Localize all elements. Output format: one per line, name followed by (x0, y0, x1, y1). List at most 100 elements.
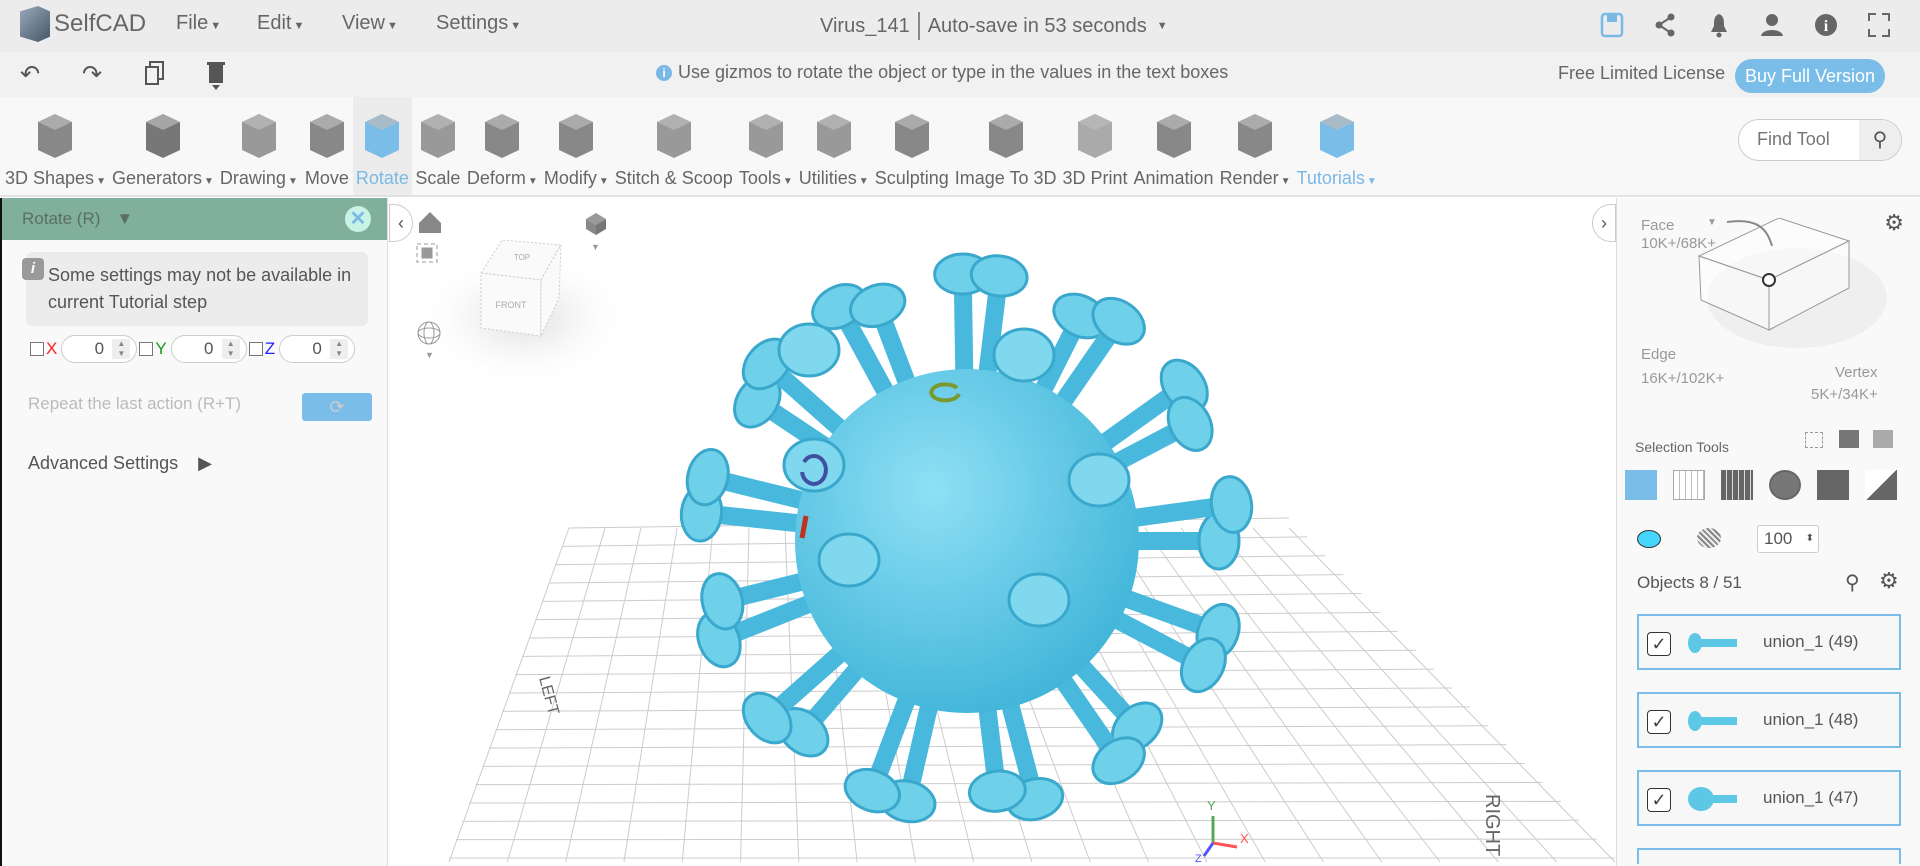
projection-icon[interactable] (586, 213, 606, 235)
chevron-down-icon[interactable]: ▼ (288, 176, 298, 187)
sphere-select-icon[interactable] (1769, 470, 1801, 500)
tool-generators[interactable]: Generators ▼ (109, 97, 217, 195)
delete-icon[interactable] (206, 60, 226, 97)
stepper-icon[interactable]: ▲ ▼ (221, 339, 240, 359)
3d-viewport[interactable]: LEFT RIGHT TOP FRONT ▼ ▼ Y X Z (389, 198, 1615, 866)
object-list-item[interactable] (1637, 848, 1901, 864)
chevron-down-icon[interactable]: ▼ (528, 176, 538, 187)
search-icon[interactable]: ⚲ (1859, 120, 1901, 160)
axis-y-input[interactable]: 0 ▲ ▼ (170, 335, 247, 363)
gear-icon[interactable]: ⚙ (1879, 568, 1899, 594)
face-mode-label[interactable]: Face (1641, 217, 1674, 234)
box-select-icon[interactable] (1805, 432, 1823, 448)
stepper-icon[interactable]: ▲ ▼ (330, 339, 349, 359)
zoom-fit-icon[interactable] (416, 243, 438, 263)
axis-x-input[interactable]: 0 ▲ ▼ (61, 335, 138, 363)
select-all-icon[interactable] (1873, 430, 1893, 448)
autosave-status[interactable]: Auto-save in 53 seconds (928, 15, 1147, 38)
rotation-axes: X 0 ▲ ▼ Y 0 ▲ ▼ Z 0 ▲ ▼ (30, 335, 356, 363)
menu-settings[interactable]: Settings ▼ (436, 12, 521, 35)
visibility-checkbox[interactable]: ✓ (1647, 710, 1671, 734)
menu-view[interactable]: View ▼ (342, 12, 398, 35)
tool-render[interactable]: Render ▼ (1217, 97, 1294, 195)
edge-mode-label[interactable]: Edge (1641, 346, 1676, 363)
axis-y-checkbox[interactable] (139, 342, 154, 356)
logo-icon (20, 6, 50, 42)
menu-edit[interactable]: Edit ▼ (257, 12, 304, 35)
redo-icon[interactable]: ↷ (82, 60, 102, 89)
tool-deform[interactable]: Deform ▼ (464, 97, 541, 195)
user-icon[interactable] (1757, 10, 1787, 40)
copy-icon[interactable] (144, 60, 166, 93)
opacity-input[interactable]: 100 ⬍ (1757, 525, 1819, 553)
tool-modify[interactable]: Modify ▼ (541, 97, 612, 195)
color-picker[interactable] (1637, 530, 1661, 548)
tool-drawing[interactable]: Drawing ▼ (217, 97, 301, 195)
fullscreen-icon[interactable] (1864, 10, 1894, 40)
document-title: Virus_141 Auto-save in 53 seconds ▼ (820, 12, 1168, 40)
bell-icon[interactable] (1704, 10, 1734, 40)
panel-header[interactable]: Rotate (R) ▼ (2, 198, 387, 240)
stepper-icon[interactable]: ▲ ▼ (112, 339, 131, 359)
chevron-down-icon[interactable]: ▼ (116, 209, 133, 229)
object-select-icon[interactable] (1625, 470, 1657, 500)
select-connected-icon[interactable] (1839, 430, 1859, 448)
search-icon[interactable]: ⚲ (1845, 570, 1860, 595)
selfcad-logo[interactable]: SelfCAD (20, 6, 146, 42)
chevron-down-icon[interactable]: ▼ (1707, 217, 1717, 228)
object-list-item[interactable]: ✓ union_1 (48) (1637, 692, 1901, 748)
chevron-down-icon[interactable]: ▼ (96, 176, 106, 187)
scene-canvas[interactable]: LEFT RIGHT TOP FRONT ▼ ▼ Y X Z (389, 198, 1615, 866)
chevron-down-icon[interactable]: ▼ (1367, 176, 1377, 187)
document-name[interactable]: Virus_141 (820, 15, 910, 38)
chevron-down-icon[interactable]: ▼ (599, 176, 609, 187)
axis-z-input[interactable]: 0 ▲ ▼ (279, 335, 356, 363)
visibility-checkbox[interactable]: ✓ (1647, 788, 1671, 812)
home-icon[interactable] (419, 212, 441, 233)
chevron-down-icon[interactable]: ▼ (591, 242, 600, 252)
vertex-mode-label[interactable]: Vertex (1835, 364, 1878, 381)
chevron-down-icon[interactable]: ▼ (204, 176, 214, 187)
cube-select-icon[interactable] (1817, 470, 1849, 500)
tool-animation[interactable]: Animation (1131, 97, 1217, 195)
chevron-down-icon[interactable]: ▼ (1281, 176, 1291, 187)
tool-3d-shapes[interactable]: 3D Shapes ▼ (2, 97, 109, 195)
chevron-down-icon[interactable]: ▼ (783, 176, 793, 187)
tool-label: Render (1219, 168, 1279, 188)
tool-utilities[interactable]: Utilities ▼ (796, 97, 872, 195)
tool-tutorials[interactable]: Tutorials ▼ (1294, 97, 1380, 195)
info-icon[interactable]: i (1811, 10, 1841, 40)
material-icon[interactable] (1697, 528, 1721, 548)
stepper-icon[interactable]: ⬍ (1806, 526, 1814, 552)
tool-sculpting[interactable]: Sculpting (872, 97, 952, 195)
solid-grid-select-icon[interactable] (1721, 470, 1753, 500)
object-list-item[interactable]: ✓ union_1 (49) (1637, 614, 1901, 670)
close-icon[interactable]: ✕ (345, 206, 371, 232)
tool-3d-print[interactable]: 3D Print (1059, 97, 1130, 195)
repeat-button[interactable]: ⟳ (302, 393, 372, 421)
tool-rotate[interactable]: Rotate (352, 97, 412, 195)
tool-tools[interactable]: Tools ▼ (736, 97, 796, 195)
menu-file[interactable]: File ▼ (176, 12, 221, 35)
object-list-item[interactable]: ✓ union_1 (47) (1637, 770, 1901, 826)
tool-image-to-3d[interactable]: Image To 3D (952, 97, 1060, 195)
buy-full-version-button[interactable]: Buy Full Version (1735, 59, 1885, 93)
face-grid-select-icon[interactable] (1673, 470, 1705, 500)
chevron-down-icon[interactable]: ▼ (1157, 20, 1168, 32)
advanced-settings-toggle[interactable]: Advanced Settings ▶ (28, 453, 212, 474)
visibility-checkbox[interactable]: ✓ (1647, 632, 1671, 656)
chevron-down-icon[interactable]: ▼ (425, 350, 434, 360)
virus-model[interactable] (679, 252, 1255, 827)
chevron-down-icon[interactable]: ▼ (859, 176, 869, 187)
gear-icon[interactable]: ⚙ (1884, 210, 1904, 236)
find-tool-input[interactable] (1757, 129, 1857, 150)
tool-scale[interactable]: Scale (412, 97, 464, 195)
save-icon[interactable] (1597, 10, 1627, 40)
axis-x-checkbox[interactable] (30, 342, 44, 356)
share-icon[interactable] (1650, 10, 1680, 40)
axis-z-checkbox[interactable] (248, 342, 263, 356)
plane-select-icon[interactable] (1865, 470, 1897, 500)
undo-icon[interactable]: ↶ (20, 60, 40, 89)
tool-stitch-scoop[interactable]: Stitch & Scoop (612, 97, 736, 195)
tool-move[interactable]: Move (301, 97, 353, 195)
